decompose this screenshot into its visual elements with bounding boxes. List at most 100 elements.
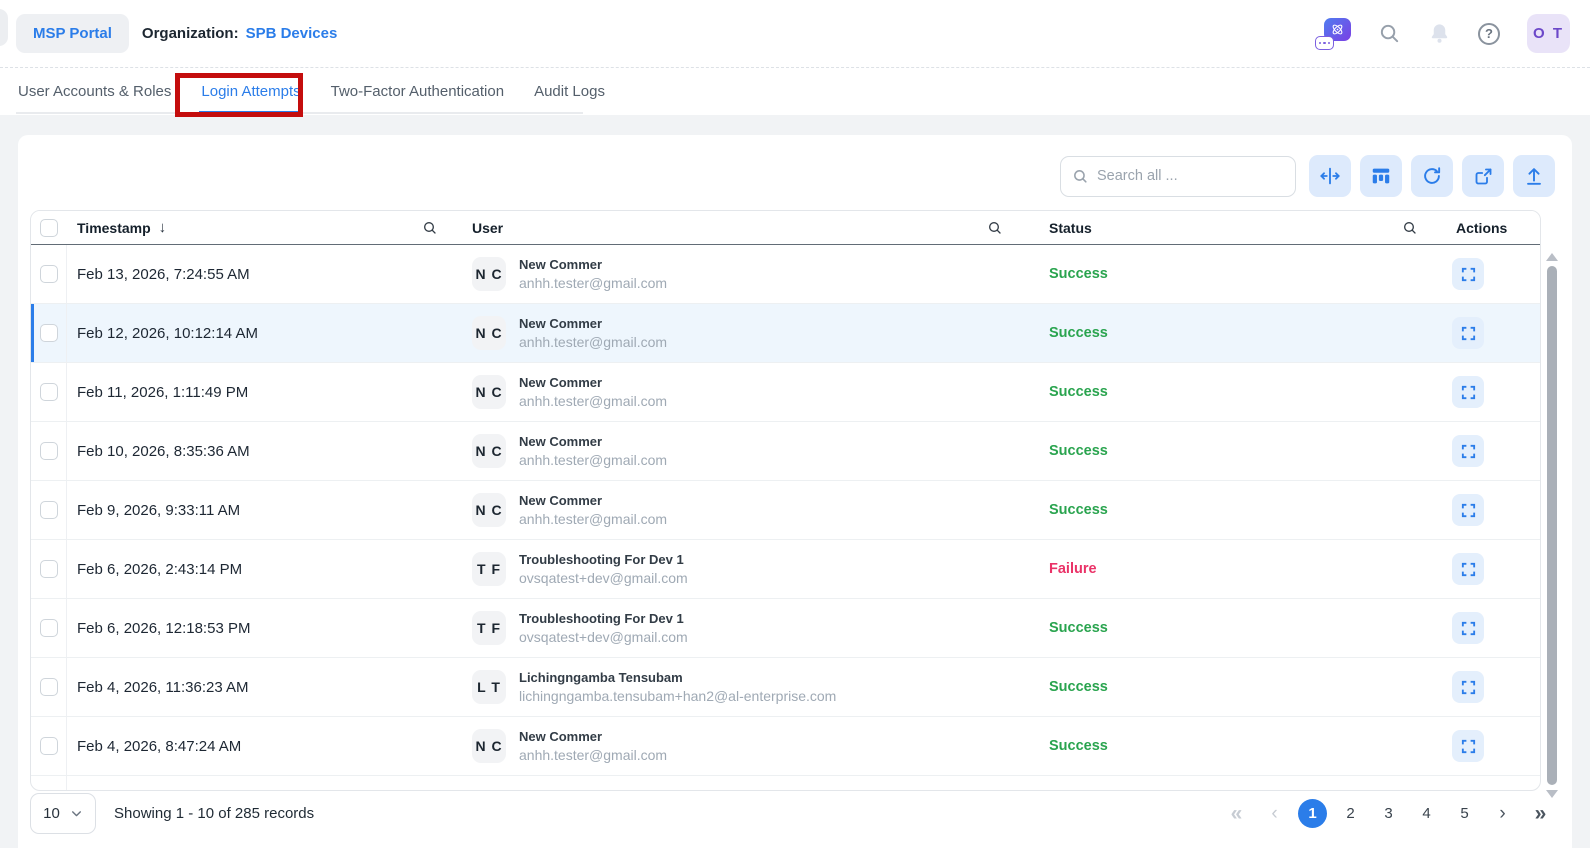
cell-user: T F Troubleshooting For Dev 1 ovsqatest+… bbox=[456, 552, 1041, 586]
expand-row-button[interactable] bbox=[1452, 671, 1484, 703]
expand-row-button[interactable] bbox=[1452, 494, 1484, 526]
login-attempts-panel: Timestamp ↓ User Status bbox=[18, 135, 1572, 848]
table-row[interactable]: Feb 6, 2026, 12:18:53 PM T F Troubleshoo… bbox=[31, 599, 1540, 658]
row-checkbox[interactable] bbox=[40, 678, 58, 696]
page-size-value: 10 bbox=[43, 805, 60, 822]
msp-portal-button[interactable]: MSP Portal bbox=[16, 14, 129, 53]
chevron-down-icon bbox=[70, 807, 83, 820]
expand-icon bbox=[1460, 738, 1477, 755]
expand-row-button[interactable] bbox=[1452, 376, 1484, 408]
user-initials-avatar: N C bbox=[472, 375, 506, 409]
user-email: anhh.tester@gmail.com bbox=[519, 393, 667, 409]
cell-user: N C New Commer anhh.tester@gmail.com bbox=[456, 375, 1041, 409]
user-email: anhh.tester@gmail.com bbox=[519, 747, 667, 763]
column-search-icon[interactable] bbox=[987, 220, 1003, 236]
user-avatar[interactable]: O T bbox=[1527, 14, 1570, 53]
scroll-up-arrow-icon[interactable] bbox=[1546, 253, 1558, 261]
expand-icon bbox=[1460, 679, 1477, 696]
cell-timestamp: Feb 10, 2026, 8:35:36 AM bbox=[67, 443, 456, 460]
cell-user: N C New Commer anhh.tester@gmail.com bbox=[456, 257, 1041, 291]
sidebar-toggle-stub[interactable] bbox=[0, 9, 8, 46]
last-page-button[interactable]: » bbox=[1526, 799, 1555, 828]
prev-page-button[interactable]: ‹ bbox=[1260, 799, 1289, 828]
columns-button[interactable] bbox=[1360, 155, 1402, 197]
refresh-button[interactable] bbox=[1411, 155, 1453, 197]
sort-desc-icon[interactable]: ↓ bbox=[159, 219, 167, 236]
expand-row-button[interactable] bbox=[1452, 258, 1484, 290]
column-header-timestamp[interactable]: Timestamp bbox=[77, 220, 151, 236]
column-search-icon[interactable] bbox=[1402, 220, 1418, 236]
first-page-button[interactable]: « bbox=[1222, 799, 1251, 828]
tab-user-accounts-roles[interactable]: User Accounts & Roles bbox=[16, 68, 173, 115]
open-external-icon bbox=[1473, 166, 1494, 187]
user-name: New Commer bbox=[519, 493, 667, 508]
row-checkbox[interactable] bbox=[40, 442, 58, 460]
ai-assistant-chat-icon[interactable] bbox=[1315, 18, 1351, 50]
table-row[interactable]: Feb 11, 2026, 1:11:49 PM N C New Commer … bbox=[31, 363, 1540, 422]
select-all-checkbox[interactable] bbox=[40, 219, 58, 237]
organization-label: Organization: bbox=[142, 25, 239, 42]
expand-row-button[interactable] bbox=[1452, 612, 1484, 644]
cell-status: Success bbox=[1041, 738, 1446, 754]
column-search-icon[interactable] bbox=[422, 220, 438, 236]
row-checkbox[interactable] bbox=[40, 619, 58, 637]
user-name: New Commer bbox=[519, 729, 667, 744]
page-button-5[interactable]: 5 bbox=[1450, 799, 1479, 828]
organization-value-link[interactable]: SPB Devices bbox=[246, 25, 338, 42]
row-checkbox[interactable] bbox=[40, 383, 58, 401]
cell-user: N C New Commer anhh.tester@gmail.com bbox=[456, 434, 1041, 468]
user-initials-avatar: T F bbox=[472, 611, 506, 645]
user-name: Troubleshooting For Dev 1 bbox=[519, 611, 688, 626]
tab-audit-logs[interactable]: Audit Logs bbox=[532, 68, 607, 115]
page-button-1[interactable]: 1 bbox=[1298, 799, 1327, 828]
expand-row-button[interactable] bbox=[1452, 730, 1484, 762]
row-checkbox[interactable] bbox=[40, 324, 58, 342]
row-checkbox[interactable] bbox=[40, 265, 58, 283]
export-button[interactable] bbox=[1513, 155, 1555, 197]
column-header-user[interactable]: User bbox=[472, 220, 503, 236]
user-email: anhh.tester@gmail.com bbox=[519, 511, 667, 527]
expand-icon bbox=[1460, 502, 1477, 519]
tab-navigation: User Accounts & Roles Login Attempts Two-F… bbox=[0, 68, 1590, 115]
column-resize-button[interactable] bbox=[1309, 155, 1351, 197]
cell-timestamp: Feb 13, 2026, 7:24:55 AM bbox=[67, 266, 456, 283]
table-row[interactable]: Feb 13, 2026, 7:24:55 AM N C New Commer … bbox=[31, 245, 1540, 304]
expand-row-button[interactable] bbox=[1452, 317, 1484, 349]
help-icon[interactable]: ? bbox=[1478, 23, 1500, 45]
search-all-box[interactable] bbox=[1060, 156, 1296, 197]
page-button-4[interactable]: 4 bbox=[1412, 799, 1441, 828]
cell-timestamp: Feb 6, 2026, 12:18:53 PM bbox=[67, 620, 456, 637]
row-checkbox[interactable] bbox=[40, 737, 58, 755]
expand-row-button[interactable] bbox=[1452, 553, 1484, 585]
cell-status: Success bbox=[1041, 443, 1446, 459]
search-all-input[interactable] bbox=[1097, 168, 1284, 184]
page-button-2[interactable]: 2 bbox=[1336, 799, 1365, 828]
table-row[interactable]: Feb 9, 2026, 9:33:11 AM N C New Commer a… bbox=[31, 481, 1540, 540]
tab-login-attempts[interactable]: Login Attempts bbox=[199, 68, 302, 115]
table-row[interactable]: Feb 4, 2026, 11:36:23 AM L T Lichingngam… bbox=[31, 658, 1540, 717]
cell-user: T F Troubleshooting For Dev 1 ovsqatest+… bbox=[456, 611, 1041, 645]
cell-status: Success bbox=[1041, 679, 1446, 695]
expand-icon bbox=[1460, 443, 1477, 460]
table-row[interactable]: Feb 12, 2026, 10:12:14 AM N C New Commer… bbox=[31, 304, 1540, 363]
next-page-button[interactable]: › bbox=[1488, 799, 1517, 828]
expand-row-button[interactable] bbox=[1452, 435, 1484, 467]
records-summary: Showing 1 - 10 of 285 records bbox=[114, 805, 314, 822]
table-row[interactable]: Feb 10, 2026, 8:35:36 AM N C New Commer … bbox=[31, 422, 1540, 481]
notifications-bell-icon[interactable] bbox=[1428, 22, 1451, 45]
table-row-partial bbox=[31, 776, 1540, 791]
column-header-status[interactable]: Status bbox=[1049, 220, 1092, 236]
table-row[interactable]: Feb 6, 2026, 2:43:14 PM T F Troubleshoot… bbox=[31, 540, 1540, 599]
page-size-select[interactable]: 10 bbox=[30, 793, 96, 834]
user-initials-avatar: N C bbox=[472, 729, 506, 763]
open-external-button[interactable] bbox=[1462, 155, 1504, 197]
tab-two-factor-authentication[interactable]: Two-Factor Authentication bbox=[329, 68, 506, 115]
refresh-icon bbox=[1421, 165, 1443, 187]
table-row[interactable]: Feb 4, 2026, 8:47:24 AM N C New Commer a… bbox=[31, 717, 1540, 776]
vertical-scrollbar[interactable] bbox=[1546, 253, 1558, 798]
row-checkbox[interactable] bbox=[40, 501, 58, 519]
row-checkbox[interactable] bbox=[40, 560, 58, 578]
page-button-3[interactable]: 3 bbox=[1374, 799, 1403, 828]
global-search-icon[interactable] bbox=[1378, 22, 1401, 45]
scrollbar-thumb[interactable] bbox=[1547, 266, 1557, 785]
